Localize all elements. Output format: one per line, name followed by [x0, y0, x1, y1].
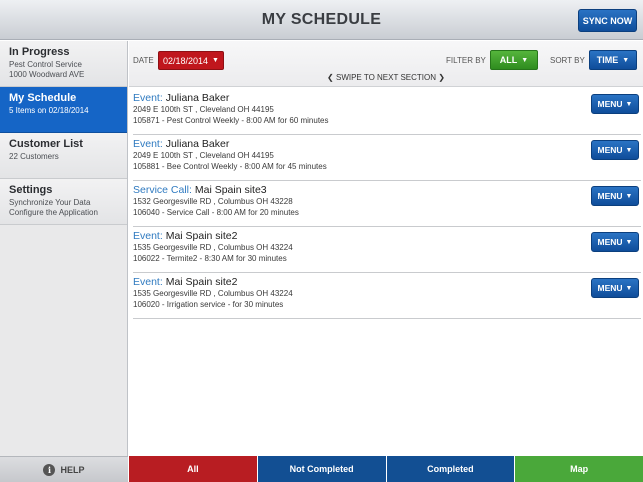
schedule-panel: DATE 02/18/2014 ▼ FILTER BY ALL ▼ SORT B… — [129, 41, 643, 456]
item-address: 1535 Georgesville RD , Columbus OH 43224 — [133, 289, 293, 298]
chevron-down-icon: ▼ — [625, 100, 633, 108]
item-name: Mai Spain site3 — [194, 184, 267, 196]
item-menu-button[interactable]: MENU ▼ — [591, 186, 639, 206]
item-type: Service Call: — [133, 184, 192, 196]
chevron-down-icon: ▼ — [625, 238, 633, 246]
item-name: Juliana Baker — [165, 92, 230, 104]
item-menu-button[interactable]: MENU ▼ — [591, 94, 639, 114]
sort-label: SORT BY — [550, 56, 585, 65]
item-address: 2049 E 100th ST , Cleveland OH 44195 — [133, 105, 274, 114]
item-detail: 105871 - Pest Control Weekly - 8:00 AM f… — [133, 116, 329, 125]
item-detail: 106022 - Termite2 - 8:30 AM for 30 minut… — [133, 254, 287, 263]
app-header: MY SCHEDULE SYNC NOW — [0, 0, 643, 40]
menu-label: MENU — [597, 191, 623, 201]
item-name: Mai Spain site2 — [165, 230, 238, 242]
sidebar-item-subtitle: Synchronize Your Data — [9, 198, 91, 207]
sidebar-item-my-schedule[interactable]: My Schedule 5 Items on 02/18/2014 — [0, 87, 127, 133]
tab-all[interactable]: All — [129, 456, 258, 482]
chevron-down-icon: ▼ — [521, 56, 529, 64]
sort-value: TIME — [596, 55, 619, 65]
menu-label: MENU — [597, 237, 623, 247]
list-item-title: Event: Juliana Baker — [133, 92, 641, 104]
item-detail: 106020 - Irrigation service - for 30 min… — [133, 300, 284, 309]
sidebar-item-title: Settings — [9, 184, 53, 196]
sidebar-item-title: My Schedule — [9, 92, 77, 104]
item-name: Juliana Baker — [165, 138, 230, 150]
list-item[interactable]: Service Call: Mai Spain site3 1532 Georg… — [133, 181, 641, 227]
chevron-down-icon: ▼ — [625, 146, 633, 154]
list-item-title: Event: Mai Spain site2 — [133, 276, 641, 288]
item-menu-button[interactable]: MENU ▼ — [591, 278, 639, 298]
date-label: DATE — [133, 56, 154, 65]
help-label: HELP — [60, 464, 85, 475]
chevron-down-icon: ▼ — [622, 56, 630, 64]
filter-value: ALL — [499, 55, 518, 65]
list-item-title: Event: Mai Spain site2 — [133, 230, 641, 242]
menu-label: MENU — [597, 283, 623, 293]
item-address: 1535 Georgesville RD , Columbus OH 43224 — [133, 243, 293, 252]
chevron-left-icon: ❮ — [327, 73, 334, 82]
page-title: MY SCHEDULE — [261, 11, 382, 28]
item-type: Event: — [133, 276, 163, 288]
list-item-title: Event: Juliana Baker — [133, 138, 641, 150]
swipe-hint-text: SWIPE TO NEXT SECTION — [335, 73, 437, 82]
list-item[interactable]: Event: Mai Spain site2 1535 Georgesville… — [133, 273, 641, 319]
bottom-tab-bar: All Not Completed Completed Map — [129, 456, 643, 482]
chevron-down-icon: ▼ — [625, 284, 633, 292]
tab-not-completed[interactable]: Not Completed — [257, 456, 387, 482]
item-detail: 105881 - Bee Control Weekly - 8:00 AM fo… — [133, 162, 327, 171]
sidebar: In Progress Pest Control Service 1000 Wo… — [0, 41, 128, 456]
item-address: 2049 E 100th ST , Cleveland OH 44195 — [133, 151, 274, 160]
item-menu-button[interactable]: MENU ▼ — [591, 232, 639, 252]
item-detail: 106040 - Service Call - 8:00 AM for 20 m… — [133, 208, 299, 217]
menu-label: MENU — [597, 99, 623, 109]
date-picker-button[interactable]: 02/18/2014 ▼ — [158, 51, 224, 70]
filter-button[interactable]: ALL ▼ — [490, 50, 538, 70]
info-icon: i — [43, 463, 56, 476]
chevron-down-icon: ▼ — [212, 57, 219, 64]
sidebar-item-title: Customer List — [9, 138, 83, 150]
item-type: Event: — [133, 138, 163, 150]
sidebar-item-subtitle: Pest Control Service — [9, 60, 82, 69]
sidebar-item-settings[interactable]: Settings Synchronize Your Data Configure… — [0, 179, 127, 225]
sidebar-item-subtitle: 1000 Woodward AVE — [9, 70, 85, 79]
item-name: Mai Spain site2 — [165, 276, 238, 288]
sort-button[interactable]: TIME ▼ — [589, 50, 637, 70]
item-type: Event: — [133, 230, 163, 242]
list-item[interactable]: Event: Juliana Baker 2049 E 100th ST , C… — [133, 135, 641, 181]
filter-label: FILTER BY — [446, 56, 486, 65]
item-type: Event: — [133, 92, 163, 104]
menu-label: MENU — [597, 145, 623, 155]
tab-map[interactable]: Map — [515, 456, 643, 482]
sidebar-item-customer-list[interactable]: Customer List 22 Customers — [0, 133, 127, 179]
swipe-hint: ❮ SWIPE TO NEXT SECTION ❯ — [129, 73, 643, 82]
item-menu-button[interactable]: MENU ▼ — [591, 140, 639, 160]
help-button[interactable]: i HELP — [0, 456, 128, 482]
chevron-down-icon: ▼ — [625, 192, 633, 200]
sidebar-item-subtitle: Configure the Application — [9, 208, 98, 217]
sidebar-item-title: In Progress — [9, 46, 70, 58]
tab-completed[interactable]: Completed — [386, 456, 516, 482]
list-item[interactable]: Event: Juliana Baker 2049 E 100th ST , C… — [133, 89, 641, 135]
date-value: 02/18/2014 — [163, 55, 209, 66]
list-item-title: Service Call: Mai Spain site3 — [133, 184, 641, 196]
schedule-toolbar: DATE 02/18/2014 ▼ FILTER BY ALL ▼ SORT B… — [129, 41, 643, 87]
item-address: 1532 Georgesville RD , Columbus OH 43228 — [133, 197, 293, 206]
list-item[interactable]: Event: Mai Spain site2 1535 Georgesville… — [133, 227, 641, 273]
schedule-list: Event: Juliana Baker 2049 E 100th ST , C… — [133, 89, 641, 319]
sidebar-item-in-progress[interactable]: In Progress Pest Control Service 1000 Wo… — [0, 41, 127, 87]
chevron-right-icon: ❯ — [438, 73, 445, 82]
sidebar-item-subtitle: 22 Customers — [9, 152, 59, 161]
sidebar-item-subtitle: 5 Items on 02/18/2014 — [9, 106, 89, 115]
sync-now-button[interactable]: SYNC NOW — [578, 9, 637, 32]
